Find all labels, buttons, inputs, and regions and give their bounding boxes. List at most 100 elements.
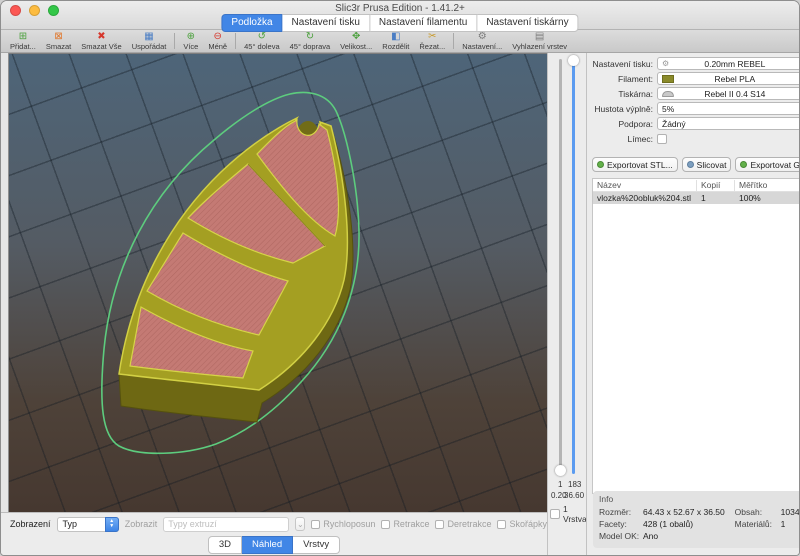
model-canvas[interactable] (9, 54, 547, 512)
tab-nastaveni-tisku[interactable]: Nastavení tisku (283, 14, 370, 32)
toolbar-rotate-right-button[interactable]: ↻ 45° doprava (285, 30, 336, 52)
travel-checkbox[interactable]: Rychloposun (311, 519, 375, 529)
tab-nastaveni-filamentu[interactable]: Nastavení filamentu (370, 14, 477, 32)
print-settings-select[interactable]: ⚙ 0.20mm REBEL (657, 57, 800, 70)
more-copies-icon: ⊕ (187, 32, 195, 42)
toolbar-delete-all-button[interactable]: ✖ Smazat Vše (76, 30, 126, 52)
materials-value: 1 (781, 519, 800, 529)
filter-label: Zobrazit (125, 519, 158, 529)
titlebar: Slic3r Prusa Edition - 1.41.2+ Podložka … (1, 1, 799, 30)
chevron-down-icon[interactable]: ⌄ (295, 517, 305, 531)
checkbox-icon (435, 520, 444, 529)
filament-select[interactable]: Rebel PLA (657, 72, 800, 85)
export-gcode-button[interactable]: Exportovat G-kód... (735, 157, 800, 172)
single-layer-checkbox[interactable]: 1 Vrstva (550, 504, 587, 524)
toolbar-delete-button[interactable]: ⊠ Smazat (41, 30, 76, 52)
tab-podlozka[interactable]: Podložka (221, 14, 282, 32)
infill-density-label: Hustota výplně: (592, 104, 653, 114)
view-mode-label: Zobrazení (10, 519, 51, 529)
printer-select[interactable]: Rebel II 0.4 S14 (657, 87, 800, 100)
extrusion-filter-input[interactable] (163, 517, 289, 532)
window-title: Slic3r Prusa Edition - 1.41.2+ (1, 3, 799, 14)
checkbox-icon (381, 520, 390, 529)
slice-button[interactable]: Slicovat (682, 157, 732, 172)
scale-icon: ✥ (352, 32, 360, 42)
materials-label: Materiálů: (735, 519, 781, 529)
toolbar-add-button[interactable]: ⊞ Přidat... (5, 30, 41, 52)
add-object-icon: ⊞ (19, 32, 27, 42)
unretractions-checkbox[interactable]: Deretrakce (435, 519, 491, 529)
shells-checkbox[interactable]: Skořápky (497, 519, 547, 529)
info-title: Info (599, 494, 800, 504)
toolbar-layer-smoothing-button[interactable]: ▤ Vyhlazení vrstev (507, 30, 572, 52)
delete-all-icon: ✖ (97, 32, 105, 42)
toolbar-rotate-left-button[interactable]: ↺ 45° doleva (239, 30, 285, 52)
printer-label: Tiskárna: (592, 89, 653, 99)
view-3d-button[interactable]: 3D (208, 536, 242, 554)
max-layer-height: 36.60 (564, 491, 584, 500)
gear-icon: ⚙ (478, 32, 487, 42)
layer-slider-min-track[interactable] (559, 59, 562, 474)
layer-slider-max-track[interactable] (572, 59, 575, 474)
cut-icon: ✂ (428, 32, 436, 42)
fewer-copies-icon: ⊖ (214, 32, 222, 42)
checkbox-icon (311, 520, 320, 529)
toolbar-scale-button[interactable]: ✥ Velikost... (335, 30, 377, 52)
export-gcode-icon (740, 161, 747, 168)
volume-label: Obsah: (735, 507, 781, 517)
facets-label: Facety: (599, 519, 643, 529)
column-copies[interactable]: Kopií (697, 180, 735, 191)
viewport-left-margin (1, 53, 9, 512)
export-stl-icon (597, 161, 604, 168)
toolbar-settings-button[interactable]: ⚙ Nastavení... (457, 30, 507, 52)
toolbar-arrange-button[interactable]: ▦ Uspořádat (127, 30, 172, 52)
arrange-icon: ▦ (144, 32, 153, 42)
tab-nastaveni-tiskarny[interactable]: Nastavení tiskárny (477, 14, 578, 32)
model-info-panel: Info Rozměr: 64.43 x 52.67 x 36.50 Obsah… (593, 491, 800, 548)
table-header: Název Kopií Měřítko (593, 179, 800, 192)
view-mode-select[interactable]: Typ ▲▼ (57, 517, 119, 532)
layer-slider-min-knob[interactable] (555, 465, 566, 476)
popup-stepper-icon: ▲▼ (105, 517, 119, 532)
volume-value: 10345.69 (781, 507, 800, 517)
filament-label: Filament: (592, 74, 653, 84)
checkbox-icon (497, 520, 506, 529)
layer-slider-max-knob[interactable] (568, 55, 579, 66)
filament-color-swatch (662, 75, 674, 83)
toolbar-separator (174, 33, 175, 49)
toolbar-separator (235, 33, 236, 49)
split-icon: ◧ (391, 32, 400, 42)
checkbox-icon (550, 509, 560, 519)
column-name[interactable]: Název (593, 180, 697, 191)
layer-slider-strip: 1 183 0.20 36.60 1 Vrstva (547, 53, 586, 555)
toolbar-fewer-button[interactable]: ⊖ Méně (203, 30, 232, 52)
preset-gear-icon: ⚙ (662, 59, 669, 69)
facets-value: 428 (1 obalů) (643, 519, 735, 529)
view-layers-button[interactable]: Vrstvy (293, 536, 340, 554)
table-row[interactable]: vlozka%20obluk%204.stl 1 100% (593, 192, 800, 204)
toolbar-more-button[interactable]: ⊕ Více (178, 30, 203, 52)
main-tabs: Podložka Nastavení tisku Nastavení filam… (221, 14, 578, 32)
rotate-right-icon: ↻ (306, 32, 314, 42)
settings-panel: Nastavení tisku: ⚙ 0.20mm REBEL ⌄ Filame… (586, 53, 800, 555)
preview-3d-viewport[interactable] (9, 53, 547, 512)
printer-icon (662, 91, 674, 97)
infill-density-select[interactable]: 5% ▲▼ (657, 102, 800, 115)
support-label: Podpora: (592, 119, 653, 129)
delete-object-icon: ⊠ (54, 32, 62, 42)
slice-icon (687, 161, 694, 168)
min-layer-index: 1 (558, 480, 562, 489)
export-stl-button[interactable]: Exportovat STL... (592, 157, 678, 172)
size-value: 64.43 x 52.67 x 36.50 (643, 507, 735, 517)
column-scale[interactable]: Měřítko (735, 180, 787, 191)
app-window: Slic3r Prusa Edition - 1.41.2+ Podložka … (0, 0, 800, 556)
toolbar-split-button[interactable]: ◧ Rozdělit (377, 30, 414, 52)
retractions-checkbox[interactable]: Retrakce (381, 519, 429, 529)
size-label: Rozměr: (599, 507, 643, 517)
print-settings-label: Nastavení tisku: (592, 59, 653, 69)
view-preview-button[interactable]: Náhled (242, 536, 293, 554)
brim-checkbox[interactable] (657, 134, 667, 144)
toolbar-separator (453, 33, 454, 49)
toolbar-cut-button[interactable]: ✂ Řezat... (414, 30, 450, 52)
support-select[interactable]: Žádný ▲▼ (657, 117, 800, 130)
